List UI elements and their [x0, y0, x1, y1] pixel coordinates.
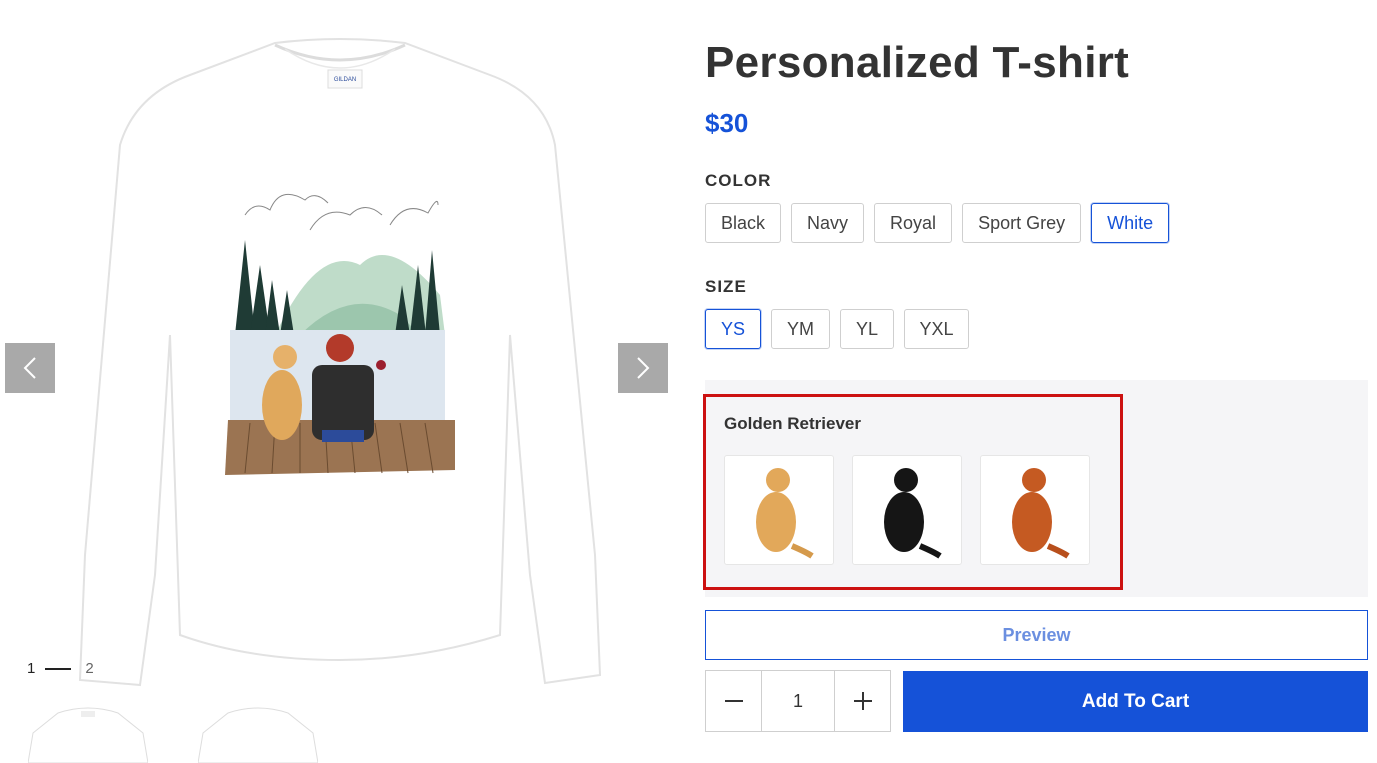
- breed-options: [724, 455, 1090, 565]
- size-option-yl[interactable]: YL: [840, 309, 894, 349]
- pager-next[interactable]: 2: [85, 660, 93, 677]
- breed-label: Golden Retriever: [724, 414, 861, 433]
- quantity-value[interactable]: 1: [761, 671, 835, 731]
- thumbnail-1[interactable]: [28, 703, 148, 763]
- breed-option-black[interactable]: [852, 455, 962, 565]
- product-gallery: GILDAN 1 2: [0, 0, 680, 763]
- pager-current[interactable]: 1: [27, 660, 35, 677]
- color-option-sport-grey[interactable]: Sport Grey: [962, 203, 1082, 243]
- chevron-left-icon: [23, 357, 36, 379]
- breed-option-red[interactable]: [980, 455, 1090, 565]
- size-option-ys[interactable]: YS: [705, 309, 761, 349]
- previous-image-button[interactable]: [5, 343, 55, 393]
- red-dog-icon: [1012, 468, 1070, 559]
- black-dog-icon: [884, 468, 942, 559]
- size-option-yxl[interactable]: YXL: [904, 309, 969, 349]
- minus-icon: [724, 700, 743, 702]
- color-option-black[interactable]: Black: [705, 203, 782, 243]
- golden-dog-icon: [756, 468, 814, 559]
- preview-button[interactable]: Preview: [705, 610, 1368, 660]
- thumbnail-2[interactable]: [198, 703, 318, 763]
- breed-option-golden[interactable]: [724, 455, 834, 565]
- product-title: Personalized T-shirt: [705, 38, 1130, 87]
- decrease-quantity-button[interactable]: [706, 671, 761, 731]
- increase-quantity-button[interactable]: [835, 671, 890, 731]
- product-price: $30: [705, 108, 749, 138]
- product-image: GILDAN: [78, 38, 602, 687]
- image-pager: 1 2: [27, 660, 94, 677]
- chevron-right-icon: [637, 357, 650, 379]
- next-image-button[interactable]: [618, 343, 668, 393]
- plus-icon: [853, 692, 872, 710]
- color-option-royal[interactable]: Royal: [874, 203, 953, 243]
- size-option-ym[interactable]: YM: [771, 309, 830, 349]
- color-label: COLOR: [705, 171, 772, 190]
- color-option-navy[interactable]: Navy: [791, 203, 865, 243]
- thumbnail-strip: [28, 703, 318, 763]
- color-options: Black Navy Royal Sport Grey White: [705, 203, 1170, 243]
- add-to-cart-button[interactable]: Add To Cart: [903, 671, 1368, 732]
- color-option-white[interactable]: White: [1091, 203, 1170, 243]
- quantity-stepper: 1: [705, 670, 891, 732]
- pager-active-line: [45, 667, 72, 670]
- size-label: SIZE: [705, 277, 747, 296]
- brand-tag: GILDAN: [334, 77, 356, 83]
- size-options: YS YM YL YXL: [705, 309, 969, 349]
